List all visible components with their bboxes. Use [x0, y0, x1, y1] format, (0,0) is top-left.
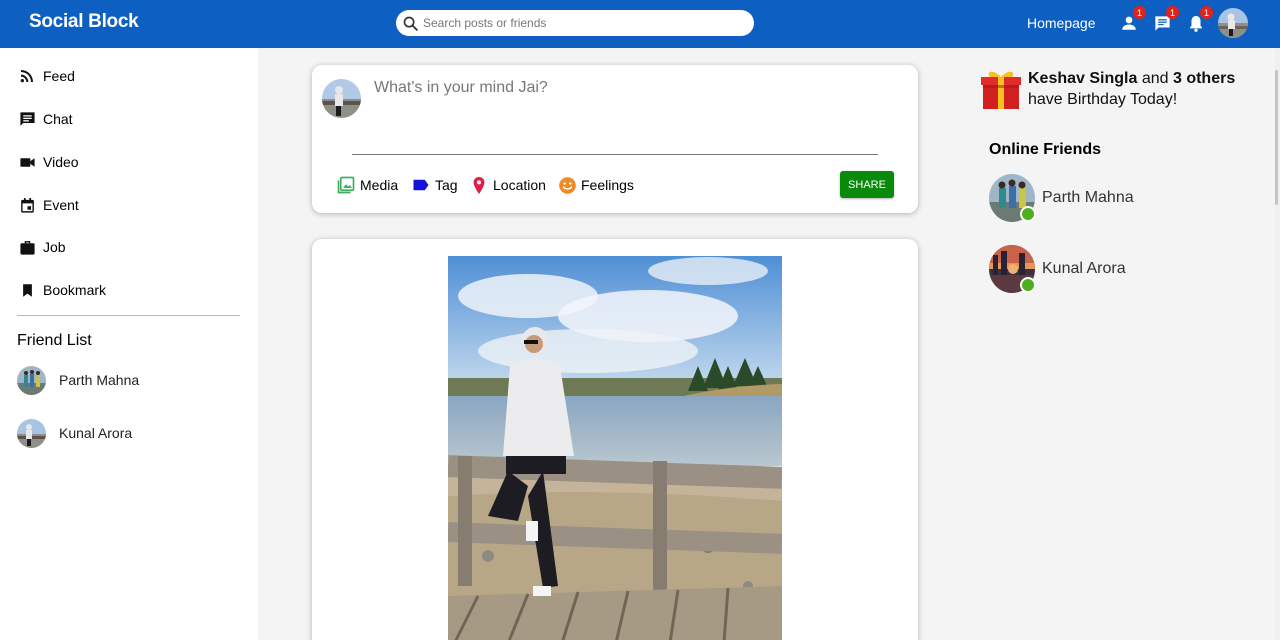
avatar-wrapper [989, 245, 1036, 293]
share-button[interactable]: SHARE [840, 171, 894, 198]
birthday-name[interactable]: Keshav Singla [1028, 70, 1137, 87]
option-label: Media [360, 177, 399, 193]
post-card [312, 239, 918, 640]
sidebar-item-job[interactable]: Job [17, 235, 66, 259]
page-scrollbar[interactable] [1275, 48, 1280, 640]
share-post-card: Media Tag Location Feelings SHARE [312, 65, 918, 213]
online-status-indicator [1020, 206, 1036, 222]
bookmark-icon [17, 280, 37, 300]
notifications-button[interactable]: 1 [1185, 6, 1213, 34]
friend-name: Parth Mahna [59, 372, 140, 388]
birthday-notice: Keshav Singla and 3 others have Birthday… [1028, 68, 1268, 110]
birthday-joiner: and [1141, 70, 1169, 87]
gift-icon [980, 66, 1022, 110]
image-icon [336, 175, 356, 195]
messages-button[interactable]: 1 [1151, 6, 1179, 34]
friend-list-item[interactable]: Kunal Arora [17, 417, 132, 449]
sidebar-item-label: Chat [43, 111, 73, 127]
online-friends-title: Online Friends [989, 141, 1102, 158]
avatar [322, 79, 361, 118]
avatar [17, 418, 46, 448]
sidebar-item-event[interactable]: Event [17, 193, 79, 217]
share-divider [352, 154, 878, 155]
sidebar-item-label: Video [43, 154, 79, 170]
sidebar-item-label: Event [43, 197, 79, 213]
tag-option[interactable]: Tag [411, 174, 458, 196]
option-label: Location [493, 177, 546, 193]
search-input[interactable] [423, 16, 743, 30]
rss-feed-icon [17, 66, 37, 86]
chat-icon [17, 109, 37, 129]
sidebar-item-video[interactable]: Video [17, 150, 79, 174]
friend-list-item[interactable]: Parth Mahna [17, 364, 139, 396]
birthday-others[interactable]: 3 others [1173, 70, 1235, 87]
online-friend-item[interactable]: Parth Mahna [989, 174, 1134, 222]
online-friend-item[interactable]: Kunal Arora [989, 245, 1126, 293]
notification-badge: 1 [1200, 6, 1213, 19]
label-icon [411, 175, 431, 195]
birthday-suffix: have Birthday Today! [1028, 91, 1178, 108]
friend-name: Kunal Arora [1042, 260, 1126, 277]
feelings-option[interactable]: Feelings [557, 174, 634, 196]
option-label: Feelings [581, 177, 634, 193]
online-status-indicator [1020, 277, 1036, 293]
calendar-icon [17, 195, 37, 215]
sidebar-item-feed[interactable]: Feed [17, 64, 75, 88]
friend-name: Parth Mahna [1042, 189, 1134, 206]
smiley-icon [557, 175, 577, 195]
top-navigation-bar: Social Block Homepage 1 1 1 [0, 0, 1280, 48]
homepage-link[interactable]: Homepage [1027, 15, 1096, 31]
avatar [17, 365, 46, 395]
media-option[interactable]: Media [336, 174, 398, 196]
notification-badge: 1 [1166, 6, 1179, 19]
location-pin-icon [469, 175, 489, 195]
left-sidebar: Feed Chat Video Event Job Bookmark Frien… [0, 48, 258, 640]
sidebar-item-label: Bookmark [43, 282, 107, 298]
app-logo[interactable]: Social Block [29, 11, 139, 33]
post-text-input[interactable] [374, 79, 874, 97]
friend-list-title: Friend List [17, 332, 92, 349]
location-option[interactable]: Location [469, 174, 546, 196]
sidebar-divider [17, 315, 240, 316]
notification-badge: 1 [1133, 6, 1146, 19]
search-bar[interactable] [396, 10, 754, 36]
friend-requests-button[interactable]: 1 [1118, 6, 1146, 34]
avatar-wrapper [989, 174, 1036, 222]
sidebar-item-chat[interactable]: Chat [17, 107, 73, 131]
video-camera-icon [17, 152, 37, 172]
sidebar-item-label: Job [43, 239, 66, 255]
sidebar-item-label: Feed [43, 68, 75, 84]
friend-name: Kunal Arora [59, 425, 133, 441]
option-label: Tag [435, 177, 458, 193]
scrollbar-thumb[interactable] [1275, 70, 1278, 205]
profile-avatar[interactable] [1218, 8, 1248, 38]
post-image[interactable] [448, 256, 782, 640]
sidebar-item-bookmark[interactable]: Bookmark [17, 278, 106, 302]
briefcase-icon [17, 237, 37, 257]
search-icon [403, 16, 418, 31]
